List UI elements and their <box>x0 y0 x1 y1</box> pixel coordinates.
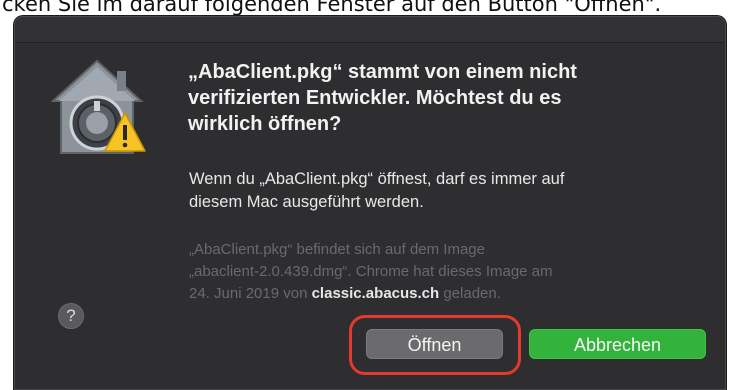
dialog-titlebar[interactable] <box>15 17 725 43</box>
instruction-caption: cken Sie im darauf folgenden Fenster auf… <box>2 0 662 16</box>
dialog-message: Wenn du „AbaClient.pkg“ öffnest, darf es… <box>189 168 689 214</box>
cancel-button[interactable]: Abbrechen <box>529 329 706 359</box>
info-line: „abaclient-2.0.439.dmg“. Chrome hat dies… <box>189 263 553 280</box>
help-button[interactable]: ? <box>58 303 84 329</box>
dialog-heading: „AbaClient.pkg“ stammt von einem nicht v… <box>188 59 688 137</box>
info-line: 24. Juni 2019 von classic.abacus.ch gela… <box>189 283 699 305</box>
info-suffix-text: geladen. <box>439 285 501 302</box>
dialog-info: „AbaClient.pkg“ befindet sich auf dem Im… <box>189 239 699 305</box>
gatekeeper-warning-icon <box>47 57 147 167</box>
source-domain: classic.abacus.ch <box>311 285 440 302</box>
heading-line: verifizierten Entwickler. Möchtest du es <box>188 87 562 109</box>
open-button[interactable]: Öffnen <box>366 329 503 359</box>
message-line: diesem Mac ausgeführt werden. <box>189 193 424 211</box>
info-date-text: 24. Juni 2019 von <box>189 285 312 302</box>
info-line: „AbaClient.pkg“ befindet sich auf dem Im… <box>189 241 485 258</box>
security-warning-dialog: „AbaClient.pkg“ stammt von einem nicht v… <box>14 16 726 390</box>
message-line: Wenn du „AbaClient.pkg“ öffnest, darf es… <box>189 170 565 188</box>
heading-line: „AbaClient.pkg“ stammt von einem nicht <box>188 61 577 83</box>
heading-line: wirklich öffnen? <box>188 113 342 135</box>
